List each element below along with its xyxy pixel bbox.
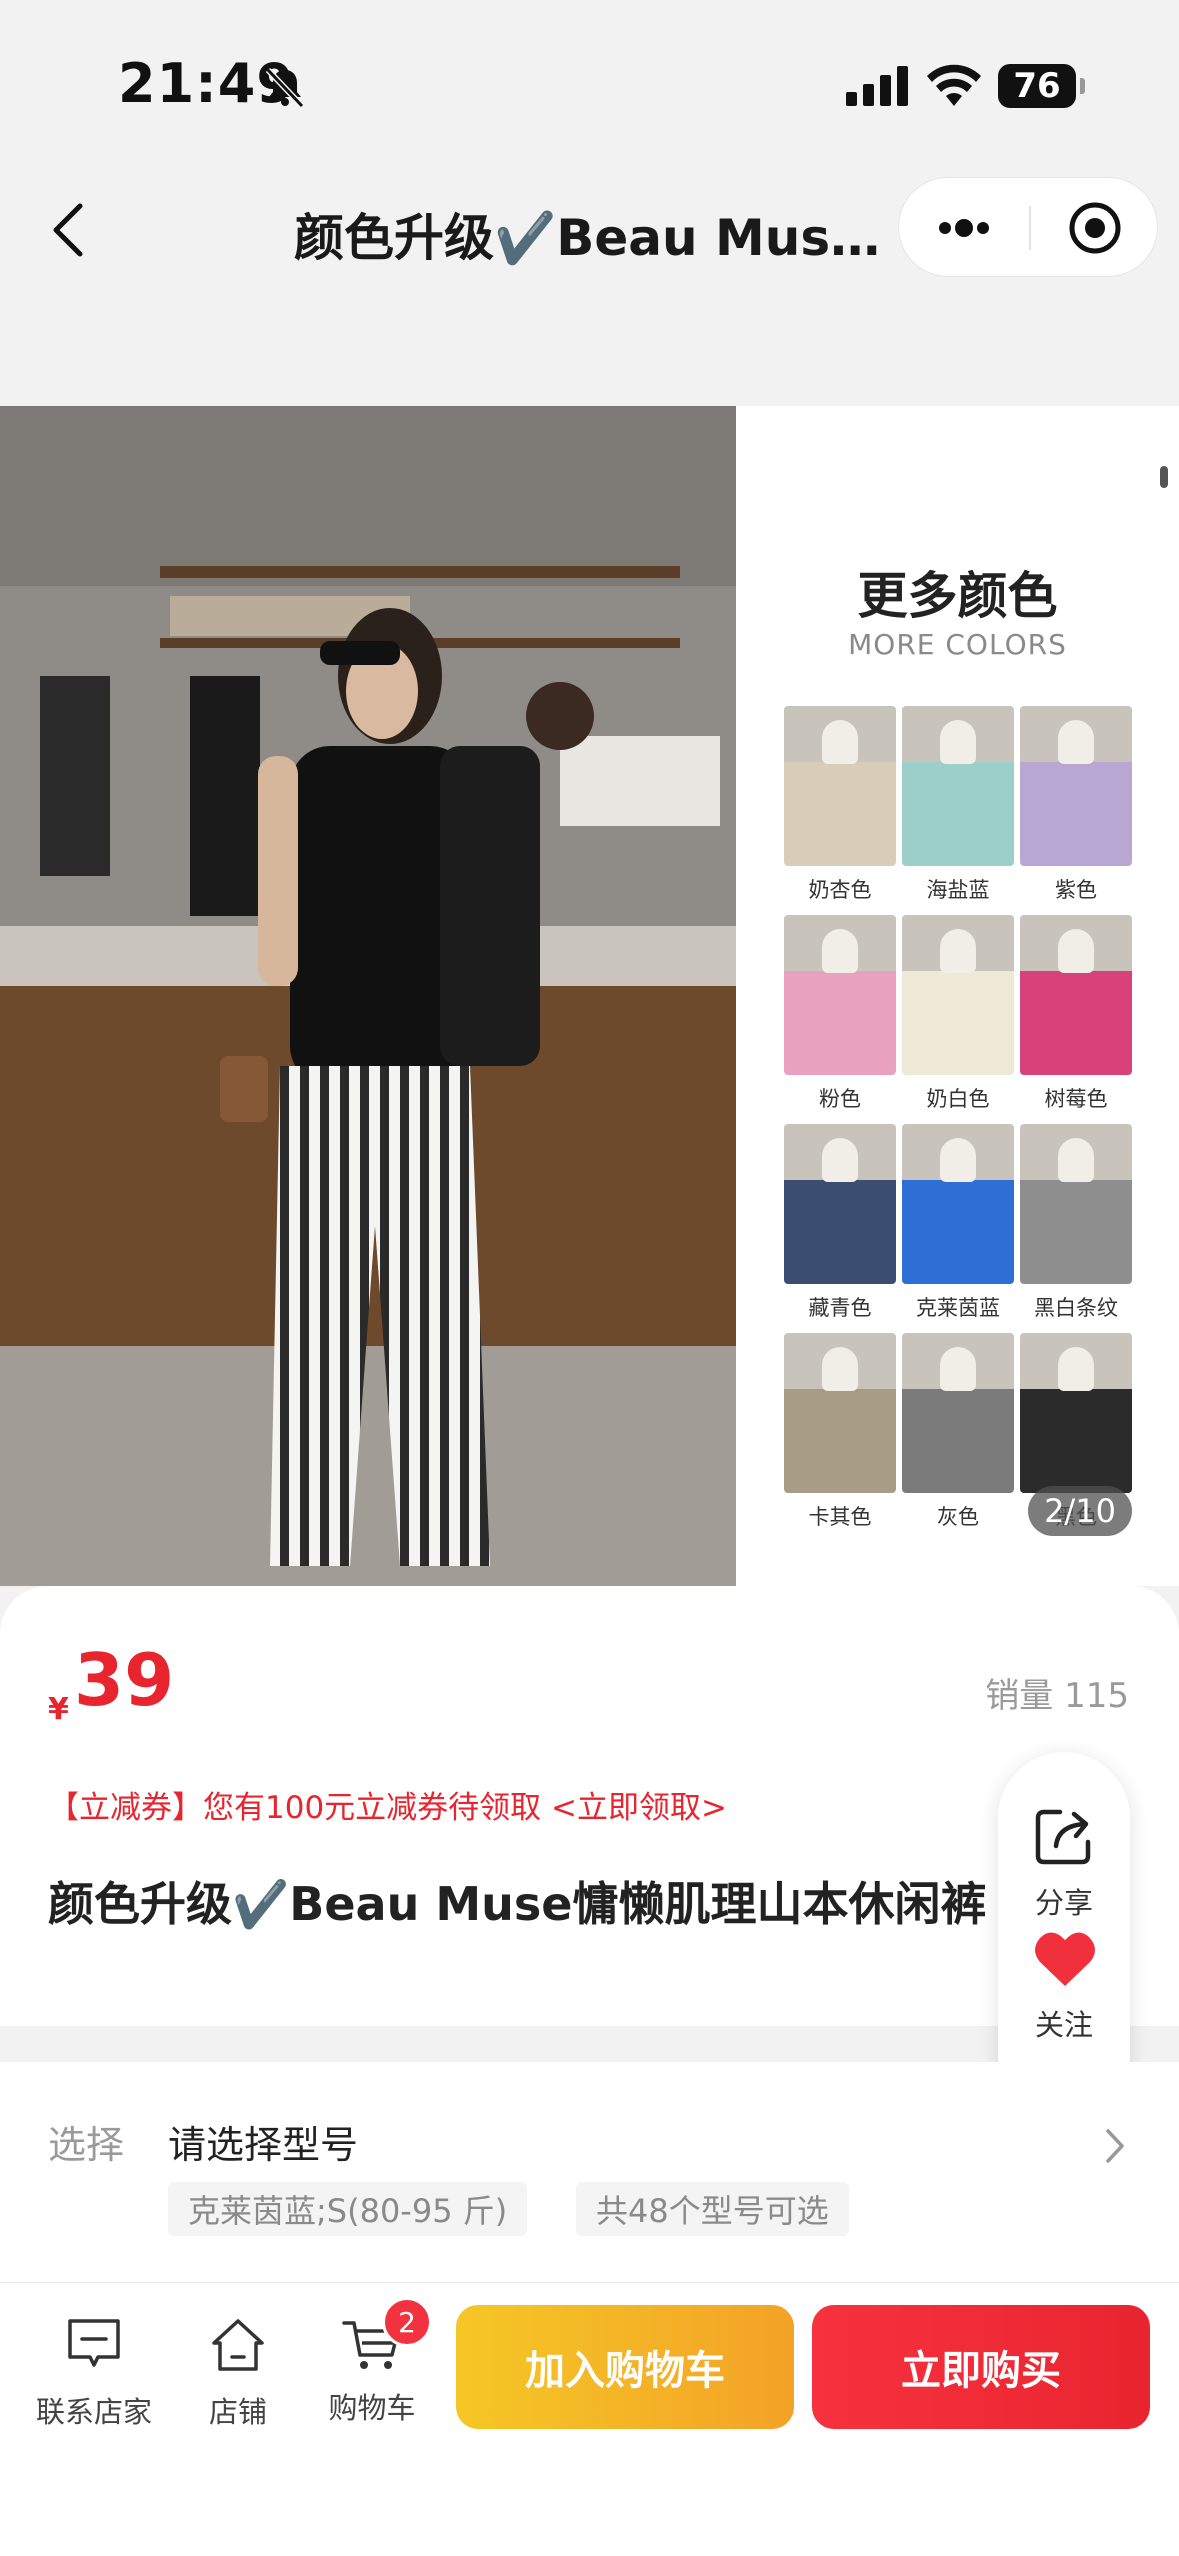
- swatch-thumbnail: [784, 915, 896, 1075]
- chat-bubble-icon: [68, 2319, 120, 2367]
- bottom-action-bar: 联系店家 店铺 2 购物车 加入购物车 立即购买: [0, 2282, 1179, 2556]
- swatch-thumbnail: [784, 1124, 896, 1284]
- model-figure: [822, 720, 858, 764]
- color-swatch: 海盐蓝: [902, 706, 1014, 904]
- color-swatch: 树莓色: [1020, 915, 1132, 1113]
- product-title: 颜色升级✔️Beau Muse慵懒肌理山本休闲裤: [48, 1877, 987, 1931]
- status-bar: 21:49 76: [0, 0, 1179, 150]
- color-swatch: 奶杏色: [784, 706, 896, 904]
- swatch-label: 奶白色: [926, 1087, 990, 1111]
- spec-label: 选择: [48, 2123, 125, 2167]
- swatch-label: 奶杏色: [808, 878, 872, 902]
- color-swatch: 奶白色: [902, 915, 1014, 1113]
- cart-label: 购物车: [328, 2391, 416, 2425]
- swatch-thumbnail: [902, 1333, 1014, 1493]
- spec-tag-count: 共48个型号可选: [576, 2182, 849, 2236]
- color-swatch: 藏青色: [784, 1124, 896, 1322]
- add-to-cart-button[interactable]: 加入购物车: [456, 2305, 794, 2429]
- nav-bar: 颜色升级✔️Beau Muse…: [0, 150, 1179, 305]
- cellular-signal-icon: [846, 66, 908, 106]
- cart-icon-wrap: 2: [340, 2297, 432, 2377]
- swatch-label: 卡其色: [808, 1505, 872, 1529]
- swatch-thumbnail: [902, 915, 1014, 1075]
- mini-program-capsule: [898, 177, 1158, 277]
- model-figure: [1058, 1138, 1094, 1182]
- swatch-thumbnail: [1020, 915, 1132, 1075]
- swatch-thumbnail: [902, 706, 1014, 866]
- swatch-label: 克莱茵蓝: [916, 1296, 1000, 1320]
- model-figure: [822, 1138, 858, 1182]
- more-colors-subtitle: MORE COLORS: [848, 628, 1067, 661]
- model-figure: [940, 1138, 976, 1182]
- store-button[interactable]: 店铺: [188, 2313, 288, 2431]
- swatch-thumbnail: [1020, 706, 1132, 866]
- model-figure: [940, 929, 976, 973]
- swatch-thumbnail: [784, 1333, 896, 1493]
- color-swatch: 灰色: [902, 1333, 1014, 1531]
- spec-selector[interactable]: 选择 请选择型号 克莱茵蓝;S(80-95 斤) 共48个型号可选: [0, 2062, 1179, 2282]
- swatch-thumbnail: [784, 706, 896, 866]
- swatch-thumbnail: [1020, 1124, 1132, 1284]
- swatch-thumbnail: [902, 1124, 1014, 1284]
- contact-seller-button[interactable]: 联系店家: [32, 2313, 156, 2431]
- wifi-icon: [927, 64, 981, 106]
- cart-button[interactable]: 2 购物车: [322, 2297, 432, 2427]
- sales-count: 销量 115: [985, 1676, 1129, 1716]
- coupon-banner[interactable]: 【立减券】您有100元立减券待领取 <立即领取>: [48, 1782, 727, 1827]
- battery-indicator: 76: [998, 64, 1085, 108]
- follow-label[interactable]: 关注: [998, 2002, 1130, 2044]
- model-figure: [940, 720, 976, 764]
- swatch-label: 藏青色: [808, 1296, 872, 1320]
- more-colors-title: 更多颜色: [857, 567, 1058, 625]
- swatch-label: 紫色: [1055, 878, 1097, 902]
- swatch-label: 灰色: [937, 1505, 979, 1529]
- color-swatch: 紫色: [1020, 706, 1132, 904]
- product-photo: [0, 406, 736, 1586]
- color-swatch: 粉色: [784, 915, 896, 1113]
- price-currency: ¥: [48, 1692, 69, 1727]
- close-target-icon[interactable]: [1067, 200, 1123, 256]
- chevron-right-icon[interactable]: [1103, 2126, 1127, 2166]
- buy-now-button[interactable]: 立即购买: [812, 2305, 1150, 2429]
- share-icon[interactable]: [1030, 1802, 1098, 1870]
- spec-value[interactable]: 请选择型号: [168, 2114, 358, 2169]
- share-label[interactable]: 分享: [998, 1880, 1130, 1922]
- back-arrow-icon[interactable]: [44, 200, 94, 260]
- more-colors-panel: 更多颜色 MORE COLORS 奶杏色 海盐蓝 紫色粉色 奶白色 树莓色藏青色 克莱茵蓝…: [736, 406, 1179, 1586]
- color-swatch: 黑白条纹: [1020, 1124, 1132, 1322]
- model-figure: [822, 1347, 858, 1391]
- swatch-thumbnail: [1020, 1333, 1132, 1493]
- model-figure: [1058, 929, 1094, 973]
- color-swatch: 克莱茵蓝: [902, 1124, 1014, 1322]
- capsule-divider: [1029, 206, 1031, 250]
- product-gallery[interactable]: 更多颜色 MORE COLORS 奶杏色 海盐蓝 紫色粉色 奶白色 树莓色藏青色 克莱茵蓝…: [0, 406, 1179, 1586]
- nav-title: 颜色升级✔️Beau Muse…: [294, 209, 888, 267]
- color-swatch: 卡其色: [784, 1333, 896, 1531]
- scroll-indicator: [1160, 466, 1168, 488]
- swatch-label: 粉色: [819, 1087, 861, 1111]
- model-figure: [1058, 720, 1094, 764]
- model-figure: [1058, 1347, 1094, 1391]
- mute-bell-icon: [265, 67, 305, 109]
- gallery-page-indicator: 2/10: [1028, 1486, 1132, 1536]
- home-store-icon: [212, 2319, 264, 2371]
- store-label: 店铺: [208, 2395, 267, 2429]
- price: 39: [74, 1638, 175, 1722]
- more-dots-icon[interactable]: [933, 198, 995, 258]
- heart-icon[interactable]: [1032, 1928, 1098, 1988]
- cart-count-badge: 2: [382, 2297, 432, 2347]
- swatch-label: 海盐蓝: [926, 878, 990, 902]
- swatch-label: 黑白条纹: [1034, 1296, 1118, 1320]
- swatch-label: 树莓色: [1044, 1087, 1108, 1111]
- model-figure: [822, 929, 858, 973]
- contact-seller-label: 联系店家: [35, 2395, 152, 2429]
- model-figure: [940, 1347, 976, 1391]
- spec-tag-selected[interactable]: 克莱茵蓝;S(80-95 斤): [168, 2182, 528, 2236]
